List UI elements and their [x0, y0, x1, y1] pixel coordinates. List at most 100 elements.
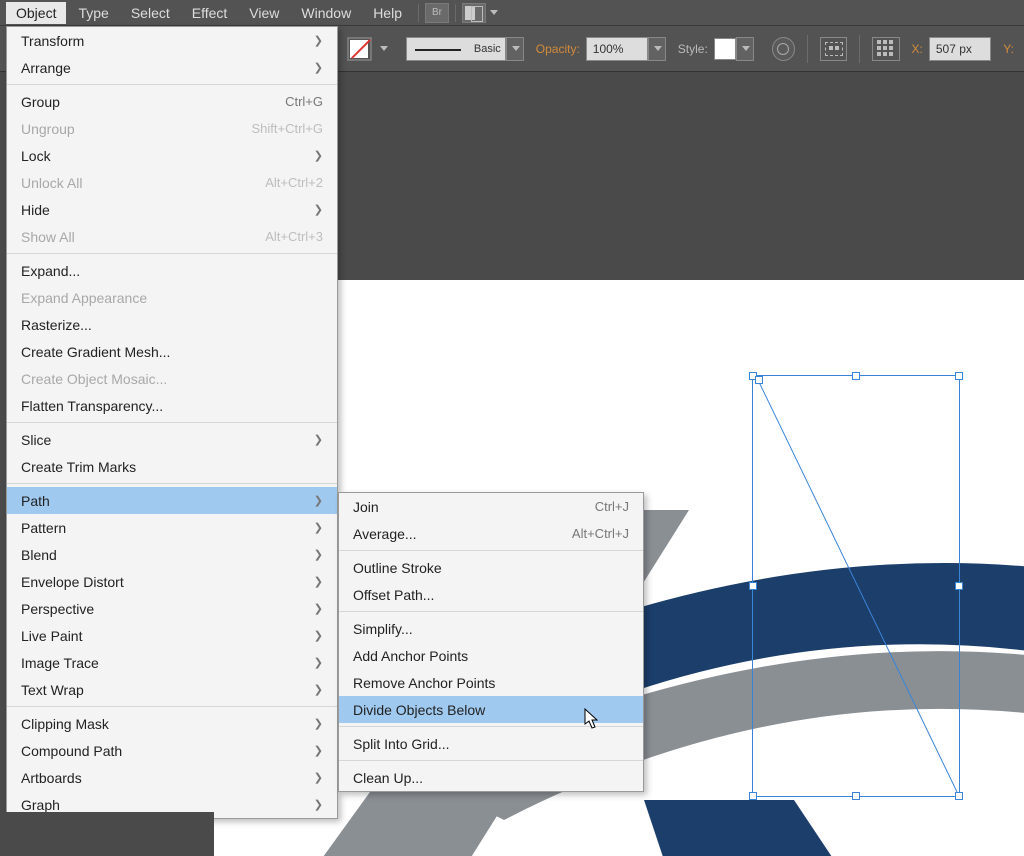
menu-item-label: Outline Stroke: [353, 560, 442, 576]
object_menu-item[interactable]: Compound Path❯: [7, 737, 337, 764]
panel-layout-icon[interactable]: [462, 3, 486, 23]
submenu-arrow-icon: ❯: [314, 61, 323, 74]
menu-item-label: Compound Path: [21, 743, 122, 759]
object_menu-item[interactable]: Hide❯: [7, 196, 337, 223]
object_menu-item[interactable]: Transform❯: [7, 27, 337, 54]
opacity-field[interactable]: 100%: [586, 37, 666, 61]
stroke-preset-dropdown[interactable]: Basic: [406, 37, 524, 61]
menubar-separator: [418, 4, 419, 22]
menu-separator: [7, 84, 337, 85]
object_menu-item[interactable]: Create Trim Marks: [7, 453, 337, 480]
path_submenu-item[interactable]: Outline Stroke: [339, 554, 643, 581]
path_submenu-item[interactable]: Offset Path...: [339, 581, 643, 608]
menu-view[interactable]: View: [239, 2, 289, 24]
bridge-icon[interactable]: Br: [425, 3, 449, 23]
object-menu: Transform❯Arrange❯GroupCtrl+GUngroupShif…: [6, 26, 338, 819]
fill-none-swatch[interactable]: [347, 37, 372, 61]
path-submenu: Join Ctrl+J Average... Alt+Ctrl+J Outline St…: [338, 492, 644, 792]
align-panel-icon[interactable]: [820, 37, 847, 61]
opacity-label[interactable]: Opacity:: [536, 42, 580, 56]
menu-item-label: Arrange: [21, 60, 71, 76]
style-label: Style:: [678, 42, 708, 56]
submenu-arrow-icon: ❯: [314, 656, 323, 669]
object_menu-item[interactable]: Lock❯: [7, 142, 337, 169]
anchor-handle[interactable]: [755, 376, 763, 384]
object_menu-item[interactable]: Expand...: [7, 257, 337, 284]
menu-separator: [339, 760, 643, 761]
menu-item-label: Average...: [353, 526, 417, 542]
style-dropdown[interactable]: [714, 37, 754, 61]
submenu-arrow-icon: ❯: [314, 575, 323, 588]
selection-handle[interactable]: [955, 372, 963, 380]
path_submenu-item[interactable]: Clean Up...: [339, 764, 643, 791]
object_menu-item[interactable]: Flatten Transparency...: [7, 392, 337, 419]
menu-select[interactable]: Select: [121, 2, 180, 24]
path_submenu-item[interactable]: Add Anchor Points: [339, 642, 643, 669]
chevron-down-icon: [742, 46, 750, 51]
menu-item-label: Hide: [21, 202, 50, 218]
selection-bounding-box[interactable]: [752, 375, 960, 797]
menu-item-label: Join: [353, 499, 379, 515]
object_menu-item[interactable]: GroupCtrl+G: [7, 88, 337, 115]
menu-item-label: Blend: [21, 547, 57, 563]
object_menu-item: Create Object Mosaic...: [7, 365, 337, 392]
chevron-down-icon[interactable]: [380, 46, 388, 51]
path_submenu-item[interactable]: Average... Alt+Ctrl+J: [339, 520, 643, 547]
menu-item-label: Unlock All: [21, 175, 82, 191]
menu-window[interactable]: Window: [291, 2, 361, 24]
submenu-arrow-icon: ❯: [314, 494, 323, 507]
object_menu-item[interactable]: Envelope Distort❯: [7, 568, 337, 595]
menu-item-label: Offset Path...: [353, 587, 434, 603]
object_menu-item[interactable]: Path ❯: [7, 487, 337, 514]
recolor-artwork-icon[interactable]: [772, 37, 795, 61]
object_menu-item[interactable]: Pattern❯: [7, 514, 337, 541]
menu-item-label: Clean Up...: [353, 770, 423, 786]
menu-separator: [339, 611, 643, 612]
chevron-down-icon[interactable]: [490, 10, 498, 15]
submenu-arrow-icon: ❯: [314, 602, 323, 615]
selection-handle[interactable]: [852, 372, 860, 380]
anchor-handle[interactable]: [955, 792, 963, 800]
style-swatch: [714, 38, 736, 60]
object_menu-item[interactable]: Artboards❯: [7, 764, 337, 791]
menu-type[interactable]: Type: [68, 2, 118, 24]
menu-item-label: Live Paint: [21, 628, 82, 644]
selection-handle[interactable]: [955, 582, 963, 590]
transform-reference-icon[interactable]: [872, 37, 899, 61]
object_menu-item[interactable]: Slice❯: [7, 426, 337, 453]
menu-item-label: Path: [21, 493, 50, 509]
object_menu-item[interactable]: Arrange ❯: [7, 54, 337, 81]
path_submenu-item[interactable]: Remove Anchor Points: [339, 669, 643, 696]
object_menu-item[interactable]: Text Wrap❯: [7, 676, 337, 703]
object_menu-item[interactable]: Perspective❯: [7, 595, 337, 622]
menu-item-label: Graph: [21, 797, 60, 813]
path_submenu-item[interactable]: Join Ctrl+J: [339, 493, 643, 520]
menu-effect[interactable]: Effect: [182, 2, 238, 24]
menu-item-shortcut: Ctrl+J: [595, 499, 629, 514]
path_submenu-item[interactable]: Simplify...: [339, 615, 643, 642]
selection-handle[interactable]: [749, 582, 757, 590]
object_menu-item: Show AllAlt+Ctrl+3: [7, 223, 337, 250]
object_menu-item[interactable]: Rasterize...: [7, 311, 337, 338]
menu-item-label: Remove Anchor Points: [353, 675, 495, 691]
menu-item-label: Simplify...: [353, 621, 413, 637]
opacity-value: 100%: [593, 42, 624, 56]
menu-item-shortcut: Alt+Ctrl+J: [572, 526, 629, 541]
object_menu-item[interactable]: Clipping Mask❯: [7, 710, 337, 737]
object_menu-item[interactable]: Live Paint❯: [7, 622, 337, 649]
menu-item-shortcut: Shift+Ctrl+G: [251, 121, 323, 136]
selection-handle[interactable]: [749, 792, 757, 800]
path_submenu-item[interactable]: Divide Objects Below: [339, 696, 643, 723]
object_menu-item[interactable]: Create Gradient Mesh...: [7, 338, 337, 365]
chevron-down-icon: [654, 46, 662, 51]
menu-help[interactable]: Help: [363, 2, 412, 24]
object_menu-item[interactable]: Blend❯: [7, 541, 337, 568]
menu-object[interactable]: Object: [6, 2, 66, 24]
object_menu-item[interactable]: Image Trace❯: [7, 649, 337, 676]
x-coordinate-input[interactable]: 507 px: [929, 37, 991, 61]
selection-handle[interactable]: [852, 792, 860, 800]
path_submenu-item[interactable]: Split Into Grid...: [339, 730, 643, 757]
menu-separator: [7, 422, 337, 423]
submenu-arrow-icon: ❯: [314, 683, 323, 696]
separator: [859, 35, 860, 63]
